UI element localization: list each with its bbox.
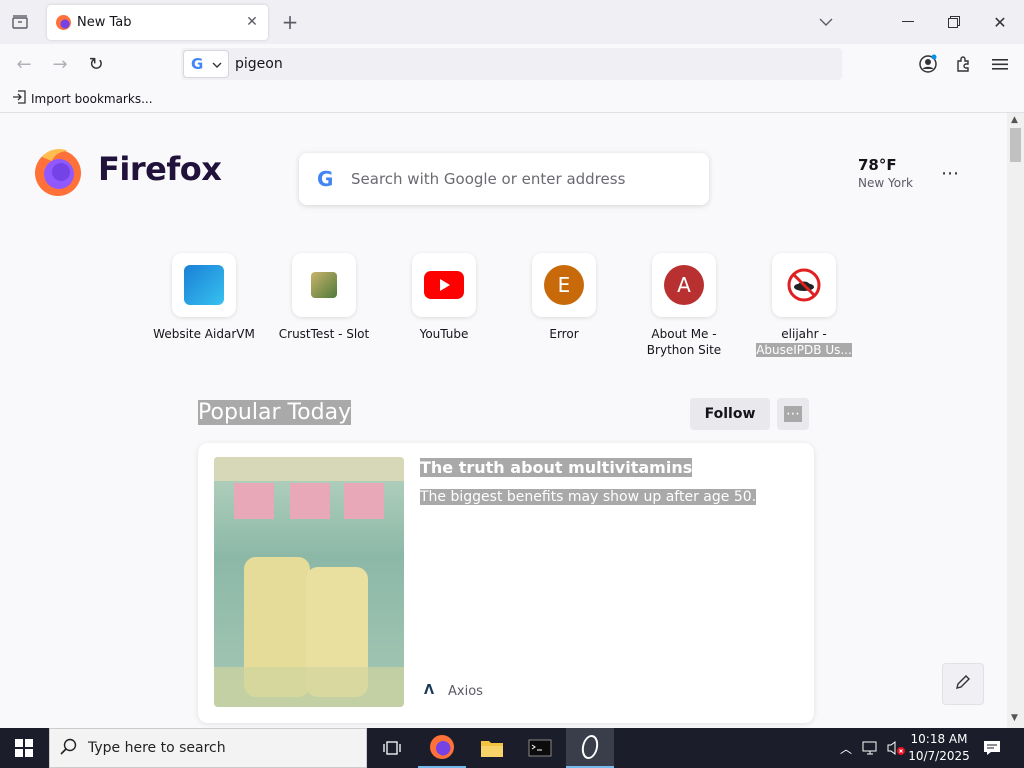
app-o-taskbar-icon[interactable] (566, 728, 614, 768)
system-clock[interactable]: 10:18 AM 10/7/2025 (908, 731, 970, 765)
notifications-icon[interactable] (980, 736, 1004, 760)
show-hidden-icons-chevron-up-icon[interactable]: ︿ (838, 736, 854, 760)
firefox-wordmark: Firefox (98, 150, 222, 188)
letter-a-icon: A (652, 253, 716, 317)
navigation-bar: ← → ↻ G pigeon (0, 44, 1024, 84)
reload-icon[interactable]: ↻ (84, 52, 108, 76)
tab-title: New Tab (77, 15, 132, 30)
new-tab-page: Firefox G Search with Google or enter ad… (0, 113, 1007, 728)
shortcut-tile[interactable]: A About Me - Brython Site (624, 253, 744, 358)
story-source: Axios (448, 684, 483, 699)
import-bookmarks-button[interactable]: Import bookmarks... (12, 90, 153, 108)
shortcut-label-line2: AbuseIPDB Us... (756, 343, 852, 357)
menu-icon[interactable] (988, 52, 1012, 76)
tab-new-tab[interactable]: New Tab ✕ (47, 5, 268, 40)
close-tab-icon[interactable]: ✕ (243, 13, 261, 31)
clock-date: 10/7/2025 (908, 749, 970, 763)
close-window-icon[interactable]: ✕ (988, 10, 1012, 34)
customize-button[interactable] (942, 663, 984, 705)
chevron-down-icon[interactable] (814, 10, 838, 34)
taskbar: Type here to search ︿ 10:18 AM 10/7/2025 (0, 728, 1024, 768)
tab-bar: New Tab ✕ + ✕ (0, 0, 1024, 44)
section-heading: Popular Today (198, 400, 352, 425)
story-card[interactable]: The truth about multivitamins The bigges… (198, 443, 814, 723)
forward-arrow-icon[interactable]: → (48, 52, 72, 76)
network-icon[interactable] (860, 736, 882, 760)
search-input[interactable]: Search with Google or enter address (351, 170, 625, 188)
bookmarks-toolbar: Import bookmarks... (0, 84, 1024, 113)
url-input[interactable]: pigeon (235, 56, 283, 72)
chevron-down-icon (212, 58, 222, 73)
story-title: The truth about multivitamins (420, 458, 693, 477)
shortcut-tile[interactable]: CrustTest - Slot (264, 253, 384, 342)
weather-widget[interactable]: 78°F New York (858, 156, 913, 190)
pencil-icon (954, 673, 972, 695)
taskbar-search-input[interactable]: Type here to search (88, 740, 226, 756)
account-icon[interactable] (916, 52, 940, 76)
firefox-favicon-icon (56, 15, 71, 30)
youtube-icon (412, 253, 476, 317)
shortcut-tile[interactable]: elijahr - AbuseIPDB Us... (744, 253, 864, 358)
shortcut-label: CrustTest - Slot (278, 327, 370, 341)
shortcut-label: About Me - (651, 327, 717, 341)
minimize-icon[interactable] (896, 10, 920, 34)
slot-icon (292, 253, 356, 317)
weather-temp: 78°F (858, 156, 897, 174)
task-view-icon[interactable] (368, 728, 416, 768)
shortcut-label-line2: Brython Site (646, 343, 722, 357)
back-arrow-icon[interactable]: ← (12, 52, 36, 76)
url-bar[interactable]: G pigeon (181, 48, 842, 80)
taskbar-search-box[interactable]: Type here to search (49, 728, 367, 768)
shortcut-tile[interactable]: Website AidarVM (144, 253, 264, 342)
firefox-logo-icon (32, 145, 84, 197)
weather-more-icon[interactable]: ⋯ (938, 161, 962, 185)
firefox-taskbar-icon[interactable] (418, 728, 466, 768)
page-scrollbar[interactable]: ▲ ▼ (1007, 113, 1024, 728)
list-all-tabs-icon[interactable] (6, 10, 34, 34)
shortcut-tile[interactable]: E Error (504, 253, 624, 342)
axios-logo-icon: Λ (424, 683, 435, 698)
file-explorer-icon[interactable] (468, 728, 516, 768)
google-g-icon: G (317, 167, 334, 191)
weather-city: New York (858, 176, 913, 190)
new-tab-plus-icon[interactable]: + (278, 10, 302, 34)
shortcut-label: elijahr - (781, 327, 827, 341)
search-icon (60, 738, 78, 760)
windows-start-icon[interactable] (0, 728, 48, 768)
search-box[interactable]: G Search with Google or enter address (299, 153, 709, 205)
restore-icon[interactable] (942, 10, 966, 34)
import-bookmarks-label: Import bookmarks... (31, 92, 153, 106)
extensions-icon[interactable] (952, 52, 976, 76)
scroll-up-icon[interactable]: ▲ (1011, 115, 1018, 125)
story-excerpt: The biggest benefits may show up after a… (420, 489, 757, 505)
shortcut-label: Error (549, 327, 579, 341)
abuseipdb-icon (772, 253, 836, 317)
shortcut-label: Website AidarVM (153, 327, 255, 341)
letter-e-icon: E (532, 253, 596, 317)
clock-time: 10:18 AM (910, 732, 968, 746)
follow-button[interactable]: Follow (690, 398, 770, 430)
terminal-icon[interactable] (516, 728, 564, 768)
google-g-icon: G (191, 55, 204, 73)
shortcut-tile[interactable]: YouTube (384, 253, 504, 342)
scroll-thumb[interactable] (1010, 128, 1021, 162)
search-engine-selector[interactable]: G (183, 50, 229, 78)
scroll-down-icon[interactable]: ▼ (1011, 713, 1018, 723)
section-more-button[interactable]: ⋯ (777, 398, 809, 430)
shortcut-label: YouTube (419, 327, 469, 341)
website-icon (172, 253, 236, 317)
more-dots-icon: ⋯ (784, 406, 802, 422)
story-image (214, 457, 404, 707)
volume-muted-icon[interactable] (884, 736, 908, 760)
import-icon (12, 90, 27, 108)
